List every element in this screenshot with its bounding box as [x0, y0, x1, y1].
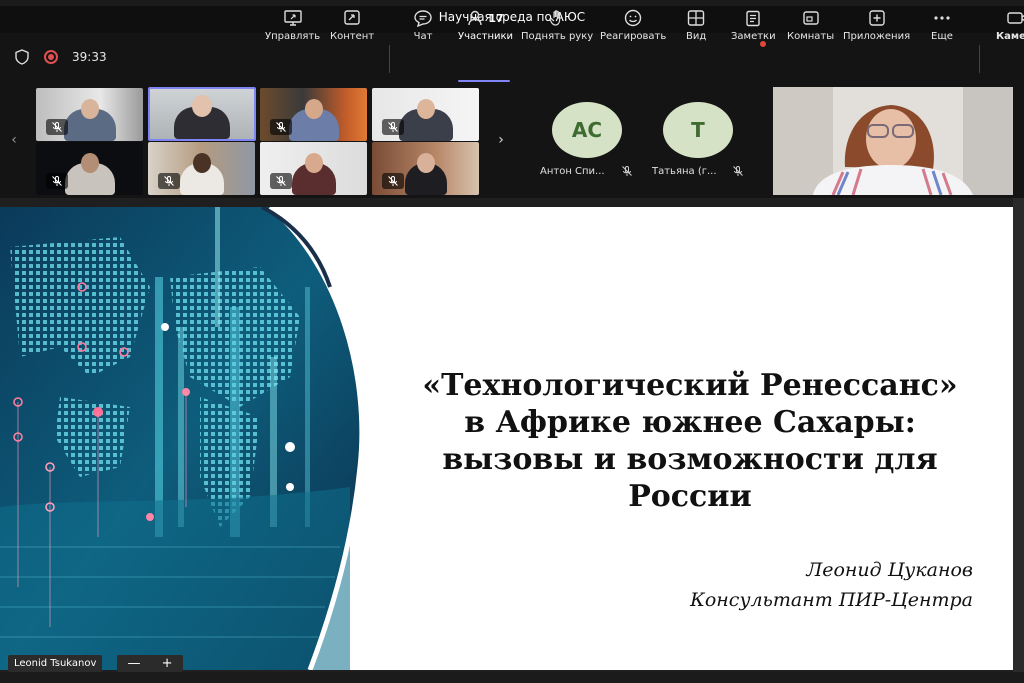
active-tab-indicator	[458, 80, 510, 82]
chevron-right-icon: ›	[498, 132, 504, 148]
grid-view-icon	[687, 10, 705, 26]
slide-author-role: Консультант ПИР-Центра	[690, 589, 973, 611]
mic-off-icon	[158, 173, 180, 189]
video-tile[interactable]	[372, 142, 479, 195]
monitor-icon	[283, 10, 302, 26]
mic-off-icon	[46, 119, 68, 135]
participants-label: Участники	[458, 31, 514, 42]
zoom-in-button[interactable]: +	[162, 656, 173, 671]
participant-head	[80, 153, 99, 173]
presenter-video[interactable]	[773, 87, 1013, 195]
share-screen-icon	[344, 10, 360, 25]
mic-off-icon	[270, 119, 292, 135]
camera-button[interactable]: Камера	[996, 8, 1024, 48]
more-label: Еще	[931, 31, 953, 42]
add-app-icon	[868, 10, 885, 26]
toolbar-separator	[979, 45, 980, 73]
title-bar-strip	[0, 0, 1024, 6]
more-button[interactable]: Еще	[931, 8, 953, 48]
hand-icon	[549, 10, 561, 26]
participant-name: Татьяна (г...	[652, 166, 717, 177]
slide-title-line: вызовы и возможности для	[442, 442, 938, 477]
call-timer: 39:33	[72, 50, 107, 64]
shared-slide: «Технологический Ренессанс» в Африке южн…	[0, 207, 1013, 670]
participant-avatar[interactable]: Т	[663, 102, 733, 158]
participant-head	[304, 153, 323, 173]
stage-right-edge	[1013, 198, 1024, 683]
notes-button[interactable]: Заметки	[731, 8, 776, 48]
video-tile-speaking[interactable]	[148, 87, 256, 141]
content-label: Контент	[330, 31, 375, 42]
participant-head	[304, 99, 323, 119]
slide-title: «Технологический Ренессанс» в Африке южн…	[380, 367, 1000, 515]
camera-label: Камера	[996, 31, 1024, 42]
chat-icon	[414, 10, 432, 27]
video-tile[interactable]	[260, 88, 367, 141]
zoom-controls: — +	[117, 655, 183, 672]
presenter-name-tag: Leonid Tsukanov	[8, 655, 103, 672]
call-info: 39:33	[14, 49, 107, 65]
strip-next-button[interactable]: ›	[487, 84, 515, 196]
slide-title-line: «Технологический Ренессанс»	[422, 368, 958, 403]
participant-head	[416, 99, 435, 119]
smile-icon	[624, 9, 642, 27]
content-button[interactable]: Контент	[330, 8, 374, 48]
slide-title-line: России	[628, 479, 752, 514]
view-label: Вид	[686, 31, 707, 42]
participant-head	[192, 153, 211, 173]
rooms-button[interactable]: Комнаты	[787, 8, 834, 48]
slide-author: Леонид Цуканов	[806, 559, 973, 581]
notes-notification-dot	[760, 41, 766, 47]
participant-avatar[interactable]: АС	[552, 102, 622, 158]
toolbar-separator	[389, 45, 390, 73]
camera-icon	[1007, 12, 1024, 24]
participants-button[interactable]: 17 Участники	[458, 8, 513, 48]
notes-icon	[746, 10, 760, 27]
apps-button[interactable]: Приложения	[843, 8, 910, 48]
participant-name: Антон Спи...	[540, 166, 605, 177]
participant-head	[80, 99, 99, 119]
participant-head	[192, 95, 212, 117]
mic-off-icon	[382, 173, 404, 189]
mic-off-icon	[622, 166, 632, 176]
people-icon	[468, 10, 483, 26]
chat-label: Чат	[413, 31, 433, 42]
notes-label: Заметки	[731, 31, 776, 42]
video-tile[interactable]	[36, 142, 143, 195]
manage-button[interactable]: Управлять	[265, 8, 320, 48]
zoom-out-button[interactable]: —	[128, 656, 141, 671]
mic-off-icon	[382, 119, 404, 135]
react-label: Реагировать	[600, 31, 667, 42]
rooms-label: Комнаты	[787, 31, 835, 42]
slide-author-block: Леонид Цуканов Консультант ПИР-Центра	[690, 555, 973, 615]
recording-icon	[44, 50, 58, 64]
slide-background-graphic	[0, 207, 365, 670]
participants-count: 17	[488, 11, 504, 25]
presenter-video-image	[773, 87, 1013, 195]
raise-hand-button[interactable]: Поднять руку	[521, 8, 593, 48]
chevron-left-icon: ‹	[11, 132, 17, 148]
raise-hand-label: Поднять руку	[521, 31, 594, 42]
view-button[interactable]: Вид	[686, 8, 706, 48]
rooms-icon	[802, 11, 819, 25]
slide-title-line: в Африке южнее Сахары:	[464, 405, 916, 440]
shield-icon[interactable]	[14, 49, 30, 65]
more-icon	[934, 16, 950, 20]
video-tile[interactable]	[36, 88, 143, 141]
mic-off-icon	[733, 166, 743, 176]
mic-off-icon	[46, 173, 68, 189]
video-tile[interactable]	[372, 88, 479, 141]
participant-head	[416, 153, 435, 173]
mic-off-icon	[270, 173, 292, 189]
bottom-bar	[0, 672, 1024, 683]
apps-label: Приложения	[843, 31, 911, 42]
manage-label: Управлять	[265, 31, 321, 42]
strip-prev-button[interactable]: ‹	[0, 84, 28, 196]
video-tile[interactable]	[148, 142, 255, 195]
react-button[interactable]: Реагировать	[600, 8, 666, 48]
video-tile[interactable]	[260, 142, 367, 195]
chat-button[interactable]: Чат	[413, 8, 433, 48]
